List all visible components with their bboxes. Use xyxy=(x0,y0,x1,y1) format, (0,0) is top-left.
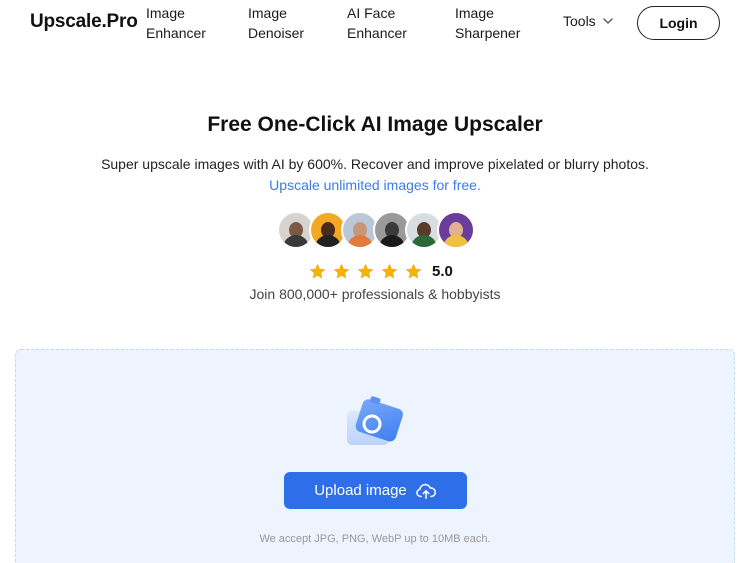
rating: 5.0 xyxy=(308,262,453,281)
login-button[interactable]: Login xyxy=(637,6,720,40)
nav-label-line1: AI Face xyxy=(347,5,396,21)
nav-label-line2: Enhancer xyxy=(146,25,206,41)
site-logo[interactable]: Upscale.Pro xyxy=(30,11,138,33)
nav-label-line1: Image xyxy=(248,5,287,21)
photo-upload-icon xyxy=(347,396,403,445)
nav-image-enhancer[interactable]: Image Enhancer xyxy=(146,3,206,43)
nav-label-line2: Sharpener xyxy=(455,25,521,41)
user-avatars xyxy=(277,211,475,249)
star-icon xyxy=(381,263,398,279)
join-text: Join 800,000+ professionals & hobbyists xyxy=(249,286,501,302)
star-icon xyxy=(309,263,326,279)
hero-subtitle: Super upscale images with AI by 600%. Re… xyxy=(101,156,649,172)
page-title: Free One-Click AI Image Upscaler xyxy=(207,113,543,136)
nav-image-sharpener[interactable]: Image Sharpener xyxy=(455,3,520,43)
star-icon xyxy=(333,263,350,279)
accepted-formats-text: We accept JPG, PNG, WebP up to 10MB each… xyxy=(259,533,491,545)
star-icon xyxy=(405,263,422,279)
nav-image-denoiser[interactable]: Image Denoiser xyxy=(248,3,304,43)
tools-label: Tools xyxy=(563,13,596,29)
nav-label-line2: Enhancer xyxy=(347,25,407,41)
avatar xyxy=(437,211,475,249)
upload-button-label: Upload image xyxy=(314,482,407,499)
upscale-free-link[interactable]: Upscale unlimited images for free. xyxy=(0,177,750,193)
star-icon xyxy=(357,263,374,279)
upload-image-button[interactable]: Upload image xyxy=(284,472,467,509)
nav-label-line1: Image xyxy=(146,5,185,21)
cloud-upload-icon xyxy=(416,483,436,499)
chevron-down-icon xyxy=(602,18,613,24)
nav-label-line1: Image xyxy=(455,5,494,21)
rating-value: 5.0 xyxy=(432,263,453,280)
tools-dropdown[interactable]: Tools xyxy=(563,13,614,29)
upload-dropzone[interactable] xyxy=(15,349,735,563)
nav-ai-face-enhancer[interactable]: AI Face Enhancer xyxy=(347,3,407,43)
nav-label-line2: Denoiser xyxy=(248,25,305,41)
